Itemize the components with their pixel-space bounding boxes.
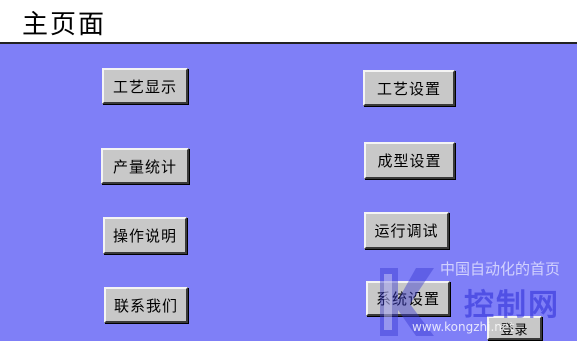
system-settings-button[interactable]: 系统设置 <box>366 281 450 316</box>
molding-settings-button[interactable]: 成型设置 <box>364 142 455 179</box>
login-button[interactable]: 登录 <box>487 316 542 340</box>
title-bar: 主页面 <box>0 0 577 44</box>
page-title: 主页面 <box>22 10 107 40</box>
operation-manual-button[interactable]: 操作说明 <box>103 217 187 254</box>
process-settings-button[interactable]: 工艺设置 <box>363 70 455 106</box>
production-stats-button[interactable]: 产量统计 <box>101 148 189 184</box>
process-display-button[interactable]: 工艺显示 <box>102 68 188 104</box>
main-panel <box>0 44 577 341</box>
run-debug-button[interactable]: 运行调试 <box>364 212 449 249</box>
contact-us-button[interactable]: 联系我们 <box>104 287 188 323</box>
